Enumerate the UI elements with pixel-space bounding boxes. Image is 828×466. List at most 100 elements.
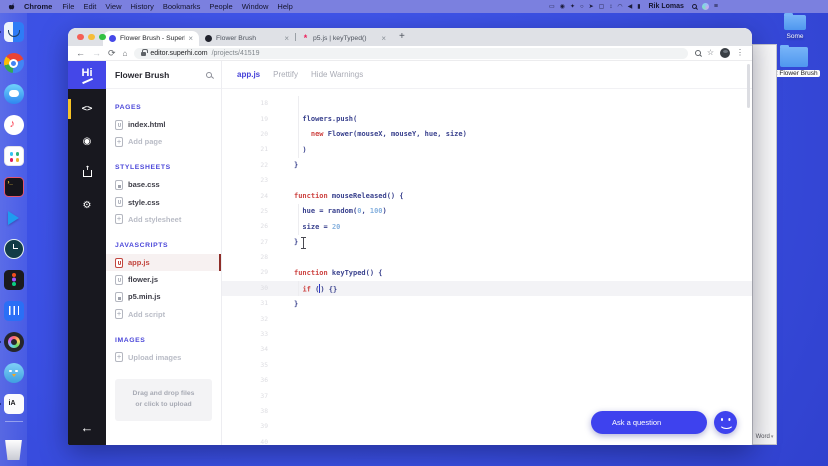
twitter-dock-icon[interactable]: [4, 363, 24, 383]
browser-tab-1[interactable]: Flower Brush - SuperHi×: [103, 31, 199, 46]
sidebar-item-upload-images[interactable]: Upload images: [106, 349, 221, 366]
code-line-37[interactable]: 37: [222, 388, 752, 403]
notification-center-icon[interactable]: ≡: [714, 3, 718, 10]
code-line-23[interactable]: 23: [222, 173, 752, 188]
pointer-status-icon[interactable]: ➤: [589, 4, 594, 10]
share-upload-icon[interactable]: [68, 161, 106, 185]
code-line-29[interactable]: 29function keyTyped() {: [222, 265, 752, 280]
code-line-30[interactable]: 30 if () {}: [222, 281, 752, 296]
sidebar-item-add-stylesheet[interactable]: Add stylesheet: [106, 211, 221, 228]
camera-status-icon[interactable]: ◉: [560, 4, 565, 10]
desktop-folder-some[interactable]: Some: [772, 15, 818, 40]
music-dock-icon[interactable]: [4, 115, 24, 135]
upload-dropzone[interactable]: Drag and drop filesor click to upload: [115, 379, 212, 421]
sidebar-item-flower-js[interactable]: flower.js: [106, 271, 221, 288]
menu-item-view[interactable]: View: [105, 2, 121, 11]
code-line-33[interactable]: 33: [222, 327, 752, 342]
home-icon[interactable]: ⌂: [123, 49, 128, 58]
code-line-36[interactable]: 36: [222, 373, 752, 388]
siri-icon[interactable]: [702, 3, 709, 10]
menubar-app-name[interactable]: Chrome: [24, 2, 52, 11]
new-tab-button[interactable]: +: [399, 32, 405, 42]
address-bar[interactable]: editor.superhi.com/projects/41519: [134, 48, 687, 59]
volume-icon[interactable]: ◀: [628, 4, 633, 10]
sync-status-icon[interactable]: ↕: [609, 4, 612, 10]
code-editor[interactable]: 1819 flowers.push(20 new Flower(mouseX, …: [222, 89, 752, 445]
code-editor-dock-icon[interactable]: [4, 208, 24, 228]
tab-close-icon[interactable]: ×: [188, 35, 193, 43]
code-line-25[interactable]: 25 hue = random(0, 100): [222, 204, 752, 219]
browser-menu-icon[interactable]: ⋮: [736, 49, 744, 57]
superhi-logo[interactable]: Hi: [68, 61, 106, 89]
code-icon[interactable]: <>: [68, 97, 106, 121]
close-window-button[interactable]: [77, 34, 84, 41]
forward-nav-icon[interactable]: →: [92, 49, 101, 58]
trash-dock-icon[interactable]: [4, 440, 24, 460]
display-status-icon[interactable]: ▢: [599, 4, 605, 10]
menu-item-people[interactable]: People: [209, 2, 232, 11]
code-line-40[interactable]: 40: [222, 435, 752, 445]
minimize-window-button[interactable]: [88, 34, 95, 41]
slack-dock-icon[interactable]: [4, 146, 24, 166]
menu-item-bookmarks[interactable]: Bookmarks: [163, 2, 201, 11]
open-file-tab[interactable]: app.js: [237, 70, 260, 79]
editor-scrollbar[interactable]: [747, 64, 750, 108]
code-line-21[interactable]: 21 ): [222, 142, 752, 157]
menu-item-history[interactable]: History: [131, 2, 154, 11]
code-line-26[interactable]: 26 size = 20: [222, 219, 752, 234]
clock-dock-icon[interactable]: [4, 239, 24, 259]
sidebar-item-p5-min-js[interactable]: p5.min.js: [106, 288, 221, 305]
menu-item-file[interactable]: File: [62, 2, 74, 11]
reload-icon[interactable]: ⟳: [108, 49, 116, 58]
hide-warnings-button[interactable]: Hide Warnings: [311, 70, 363, 79]
help-smiley-button[interactable]: [714, 411, 737, 434]
sidebar-item-base-css[interactable]: base.css: [106, 176, 221, 193]
sidebar-item-style-css[interactable]: style.css: [106, 194, 221, 211]
ask-question-button[interactable]: Ask a question: [591, 411, 707, 434]
profile-avatar[interactable]: [720, 48, 730, 58]
code-line-27[interactable]: 27}: [222, 235, 752, 250]
code-line-32[interactable]: 32: [222, 311, 752, 326]
code-line-18[interactable]: 18: [222, 96, 752, 111]
bookmark-star-icon[interactable]: ☆: [707, 49, 714, 57]
code-line-24[interactable]: 24function mouseReleased() {: [222, 188, 752, 203]
circle-status-icon[interactable]: ○: [580, 4, 584, 10]
word-window-edge[interactable]: Word ▾: [752, 44, 777, 445]
back-nav-icon[interactable]: ←: [76, 49, 85, 58]
sidebar-item-app-js[interactable]: app.js: [106, 254, 221, 271]
wifi-icon[interactable]: ◠: [617, 4, 622, 10]
figma-dock-icon[interactable]: [4, 270, 24, 290]
screen-mirroring-icon[interactable]: ▭: [549, 4, 555, 10]
tab-close-icon[interactable]: ×: [381, 35, 386, 43]
code-line-20[interactable]: 20 new Flower(mouseX, mouseY, hue, size): [222, 127, 752, 142]
media-dock-icon[interactable]: [4, 332, 24, 352]
chat-dock-icon[interactable]: [4, 84, 24, 104]
code-line-35[interactable]: 35: [222, 358, 752, 373]
exit-editor-icon[interactable]: ←: [81, 420, 94, 435]
chrome-dock-icon[interactable]: [4, 53, 24, 73]
zoom-window-button[interactable]: [99, 34, 106, 41]
browser-tab-2[interactable]: Flower Brush×: [199, 31, 295, 46]
intercom-dock-icon[interactable]: [4, 301, 24, 321]
preview-eye-icon[interactable]: ◉: [68, 129, 106, 153]
ia-writer-dock-icon[interactable]: [4, 394, 24, 414]
code-line-28[interactable]: 28: [222, 250, 752, 265]
page-zoom-icon[interactable]: [695, 50, 701, 56]
sidebar-item-index-html[interactable]: index.html: [106, 116, 221, 133]
sidebar-item-add-script[interactable]: Add script: [106, 306, 221, 323]
search-icon[interactable]: [206, 72, 212, 78]
prettify-button[interactable]: Prettify: [273, 70, 298, 79]
menu-item-help[interactable]: Help: [277, 2, 292, 11]
finder-dock-icon[interactable]: [4, 22, 24, 42]
code-line-22[interactable]: 22}: [222, 158, 752, 173]
terminal-dock-icon[interactable]: [4, 177, 24, 197]
menu-item-edit[interactable]: Edit: [83, 2, 96, 11]
spotlight-icon[interactable]: [692, 4, 697, 9]
code-line-31[interactable]: 31}: [222, 296, 752, 311]
settings-gear-icon[interactable]: ⚙: [68, 193, 106, 217]
battery-icon[interactable]: ▮: [637, 4, 640, 10]
sidebar-item-add-page[interactable]: Add page: [106, 133, 221, 150]
tab-close-icon[interactable]: ×: [284, 35, 289, 43]
app-status-icon[interactable]: ✦: [570, 4, 575, 10]
menu-item-window[interactable]: Window: [242, 2, 269, 11]
